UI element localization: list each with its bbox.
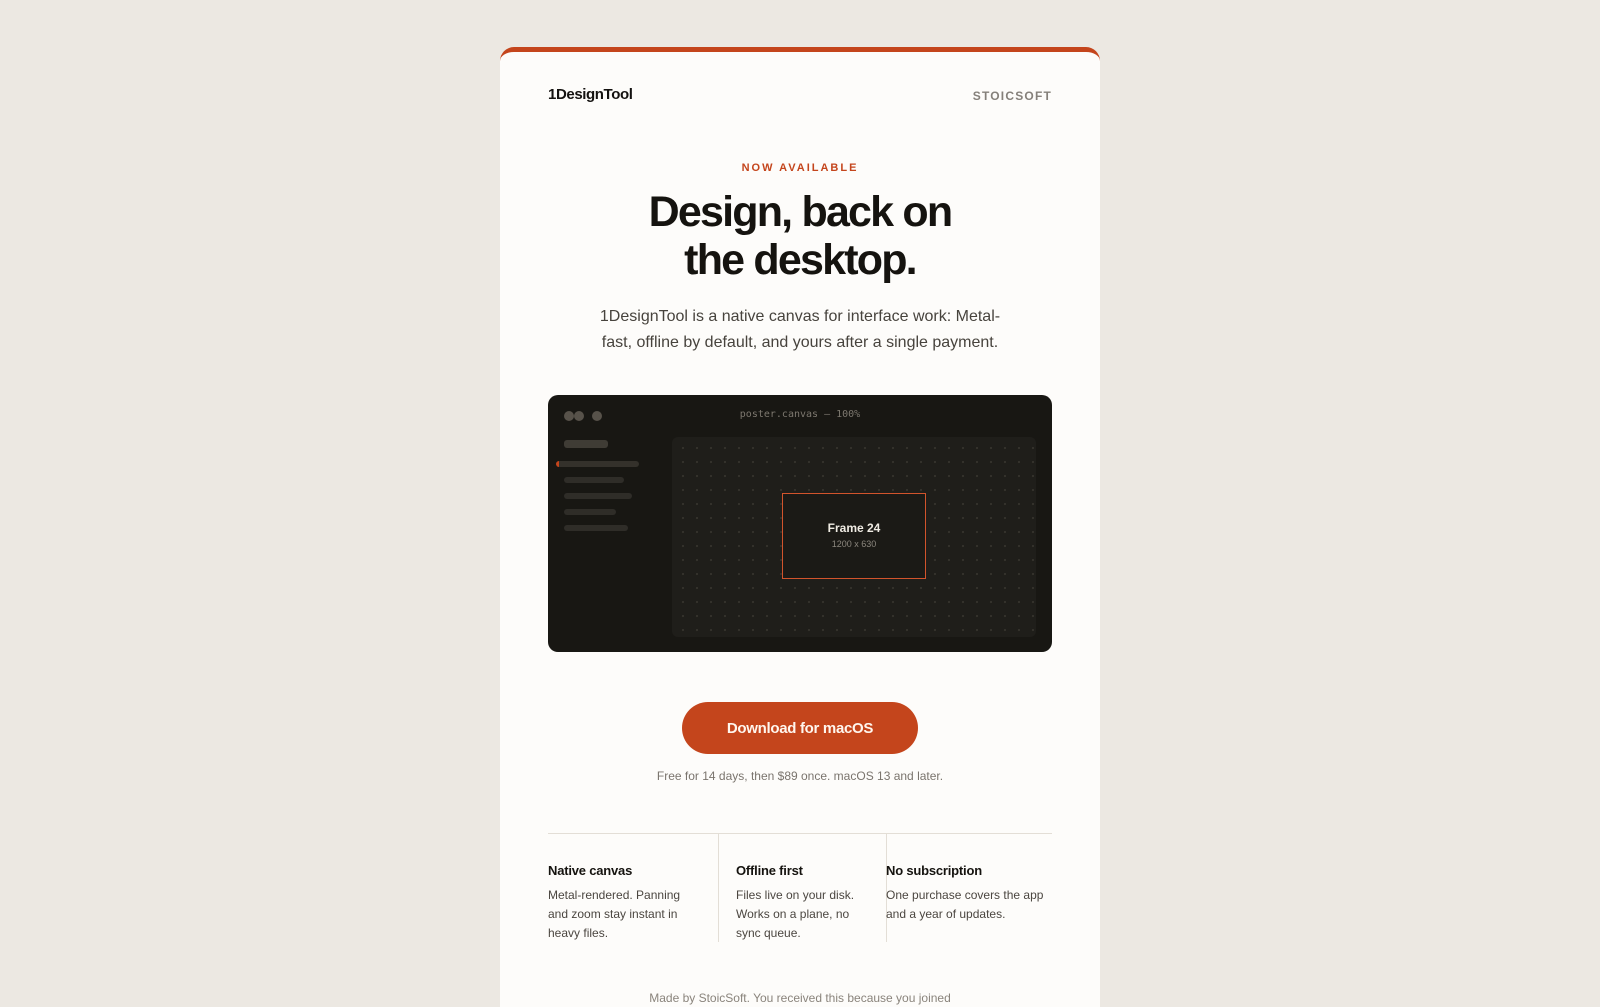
brand-logo[interactable]: 1DesignTool xyxy=(548,86,633,103)
email-card: 1DesignTool STOICSOFT NOW AVAILABLE Desi… xyxy=(500,47,1100,1007)
feature-body: One purchase covers the app and a year o… xyxy=(886,888,1044,921)
headline: Design, back on the desktop. xyxy=(500,188,1100,284)
headline-line-1: Design, back on xyxy=(648,188,954,236)
feature-title: No subscription xyxy=(886,863,982,878)
preview-window-title: poster.canvas — 100% xyxy=(739,409,861,420)
eyebrow-label: NOW AVAILABLE xyxy=(741,162,859,174)
company-name: STOICSOFT xyxy=(972,89,1052,103)
lede-text: 1DesignTool is a native canvas for inter… xyxy=(599,308,1001,351)
feature-offline-first: Offline first Files live on your disk. W… xyxy=(718,834,887,942)
pricing-fine-print: Free for 14 days, then $89 once. macOS 1… xyxy=(656,769,944,783)
preview-sidebar-item-active xyxy=(556,461,639,467)
preview-sidebar-item xyxy=(564,477,624,483)
headline-line-2: the desktop. xyxy=(684,236,917,284)
preview-sidebar-item xyxy=(564,493,632,499)
feature-body: Metal-rendered. Panning and zoom stay in… xyxy=(548,888,681,940)
feature-title: Offline first xyxy=(736,863,803,878)
frame-size: 1200 x 630 xyxy=(831,539,877,549)
feature-native-canvas: Native canvas Metal-rendered. Panning an… xyxy=(548,834,719,942)
feature-grid: Native canvas Metal-rendered. Panning an… xyxy=(548,833,1052,942)
download-button[interactable]: Download for macOS xyxy=(682,702,918,754)
preview-frame: Frame 24 1200 x 630 xyxy=(782,493,926,579)
app-preview-image: poster.canvas — 100% Frame 24 1200 x 630 xyxy=(548,395,1052,652)
preview-sidebar-item xyxy=(564,525,628,531)
feature-body: Files live on your disk. Works on a plan… xyxy=(736,888,855,940)
feature-no-subscription: No subscription One purchase covers the … xyxy=(886,834,1052,942)
footer-text: Made by StoicSoft. You received this bec… xyxy=(649,991,951,1005)
preview-sidebar-heading xyxy=(564,440,608,448)
frame-name: Frame 24 xyxy=(827,521,881,535)
preview-sidebar-item xyxy=(564,509,616,515)
feature-title: Native canvas xyxy=(548,863,633,878)
